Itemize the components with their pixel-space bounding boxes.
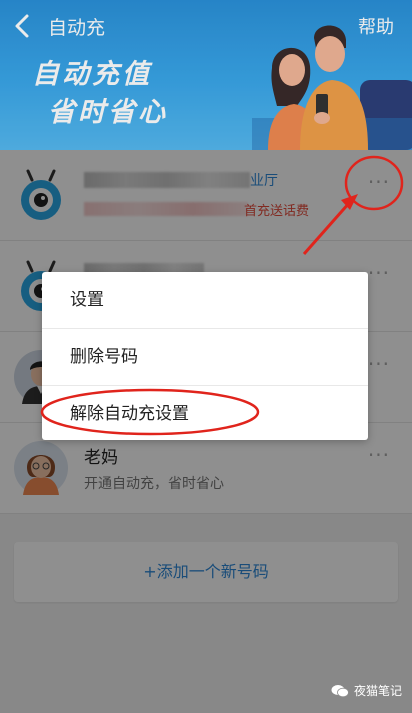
watermark: 夜猫笔记: [331, 682, 402, 699]
header-banner: 自动充 帮助 自动充值 省时省心: [0, 0, 412, 150]
wechat-icon: [331, 684, 349, 697]
menu-item-delete-number[interactable]: 删除号码: [42, 329, 368, 386]
watermark-text: 夜猫笔记: [353, 684, 402, 698]
banner-dim: [0, 0, 412, 150]
options-menu: 设置 删除号码 解除自动充设置: [42, 272, 368, 440]
menu-item-settings[interactable]: 设置: [42, 272, 368, 329]
menu-item-cancel-auto-recharge[interactable]: 解除自动充设置: [42, 386, 368, 442]
auto-recharge-screen: 自动充 帮助 自动充值 省时省心 业厅 首充送话费 ··· ··· ··· 老妈…: [0, 0, 412, 713]
